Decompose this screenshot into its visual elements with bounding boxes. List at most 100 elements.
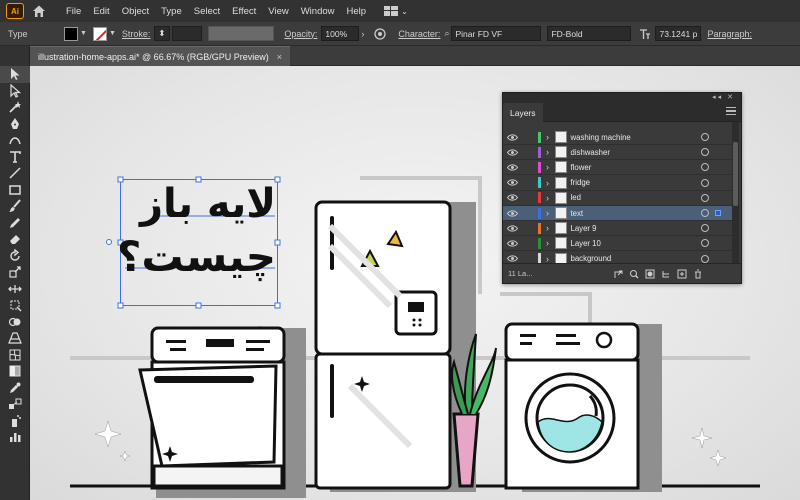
expand-arrow-icon[interactable]: › <box>541 238 555 248</box>
stroke-swatch[interactable] <box>92 26 107 41</box>
layer-name[interactable]: dishwasher <box>571 148 701 157</box>
opacity-input[interactable]: 100% <box>321 26 360 41</box>
layer-row[interactable]: › led <box>503 191 732 206</box>
paintbrush-icon[interactable] <box>0 198 30 215</box>
layer-row[interactable]: › text <box>503 206 732 221</box>
layer-row[interactable]: › Layer 10 <box>503 236 732 252</box>
expand-arrow-icon[interactable]: › <box>541 193 555 203</box>
menu-edit[interactable]: Edit <box>87 6 115 17</box>
width-icon[interactable] <box>0 281 30 298</box>
stroke-label[interactable]: Stroke: <box>122 29 151 39</box>
eyedropper-icon[interactable] <box>0 380 30 397</box>
layer-name[interactable]: text <box>571 209 701 218</box>
target-circle-icon[interactable] <box>700 209 709 217</box>
paragraph-label[interactable]: Paragraph: <box>707 29 752 39</box>
expand-arrow-icon[interactable]: › <box>541 132 555 142</box>
chevron-down-icon[interactable]: ▼ <box>80 30 87 37</box>
fill-swatch[interactable] <box>64 26 78 41</box>
menu-help[interactable]: Help <box>341 6 373 17</box>
free-transform-icon[interactable] <box>0 297 30 314</box>
direct-selection-icon[interactable] <box>0 83 30 100</box>
graph-icon[interactable] <box>0 429 30 446</box>
panel-header[interactable]: ◂◂ ✕ <box>503 93 741 103</box>
scrollbar-thumb[interactable] <box>733 142 738 206</box>
menu-type[interactable]: Type <box>155 6 188 17</box>
export-icon[interactable] <box>612 268 624 279</box>
chevron-down-icon[interactable]: ▼ <box>109 30 116 37</box>
stroke-weight-input[interactable] <box>172 26 203 41</box>
line-icon[interactable] <box>0 165 30 182</box>
visibility-eye-icon[interactable] <box>503 164 521 171</box>
scale-icon[interactable] <box>0 264 30 281</box>
layer-name[interactable]: background <box>571 254 701 263</box>
expand-arrow-icon[interactable]: › <box>541 178 555 188</box>
layer-name[interactable]: led <box>571 193 701 202</box>
layer-row[interactable]: › dishwasher <box>503 145 732 161</box>
layer-name[interactable]: Layer 10 <box>571 239 701 248</box>
target-circle-icon[interactable] <box>700 239 709 248</box>
chevron-right-icon[interactable]: › <box>361 29 364 39</box>
variable-width-profile[interactable] <box>208 26 275 41</box>
mesh-icon[interactable] <box>0 347 30 364</box>
expand-arrow-icon[interactable]: › <box>541 162 555 172</box>
layers-scrollbar[interactable] <box>732 122 739 264</box>
new-layer-icon[interactable] <box>676 268 688 279</box>
opacity-label[interactable]: Opacity: <box>284 29 317 39</box>
layer-row[interactable]: › Layer 9 <box>503 221 732 237</box>
symbol-sprayer-icon[interactable] <box>0 413 30 430</box>
pencil-icon[interactable] <box>0 215 30 232</box>
menu-file[interactable]: File <box>60 6 87 17</box>
new-sublayer-icon[interactable] <box>660 268 672 279</box>
layer-name[interactable]: Layer 9 <box>571 224 701 233</box>
stroke-swatch-control[interactable]: ▼ <box>92 26 116 41</box>
eraser-icon[interactable] <box>0 231 30 248</box>
target-circle-icon[interactable] <box>700 224 709 233</box>
font-size-field[interactable]: 73.1241 p <box>655 26 702 41</box>
close-icon[interactable]: × <box>277 52 282 62</box>
layer-name[interactable]: fridge <box>571 178 701 187</box>
selection-indicator[interactable] <box>714 210 721 216</box>
font-family-field[interactable]: Pinar FD VF <box>451 26 542 41</box>
toolbar-grip[interactable] <box>0 46 29 66</box>
target-circle-icon[interactable] <box>700 178 709 187</box>
visibility-eye-icon[interactable] <box>503 149 521 156</box>
layer-name[interactable]: washing machine <box>571 133 701 142</box>
curvature-icon[interactable] <box>0 132 30 149</box>
menu-object[interactable]: Object <box>116 6 155 17</box>
magic-wand-icon[interactable] <box>0 99 30 116</box>
layer-row[interactable]: › fridge <box>503 176 732 191</box>
rectangle-icon[interactable] <box>0 182 30 199</box>
visibility-eye-icon[interactable] <box>503 209 521 217</box>
headline-line-1[interactable]: لایه باز <box>140 180 276 228</box>
locate-icon[interactable] <box>628 268 640 279</box>
visibility-eye-icon[interactable] <box>503 194 521 201</box>
rotate-icon[interactable] <box>0 248 30 265</box>
expand-arrow-icon[interactable]: › <box>541 208 555 218</box>
expand-arrow-icon[interactable]: › <box>541 147 555 157</box>
target-circle-icon[interactable] <box>700 148 709 157</box>
layer-row[interactable]: › flower <box>503 160 732 176</box>
delete-icon[interactable] <box>692 268 704 279</box>
chevron-down-icon[interactable]: ⌄ <box>401 7 408 16</box>
menu-select[interactable]: Select <box>188 6 226 17</box>
font-style-field[interactable]: FD-Bold <box>547 26 632 41</box>
stroke-stepper[interactable]: ⬍ <box>154 26 171 41</box>
visibility-eye-icon[interactable] <box>503 255 521 262</box>
pen-icon[interactable] <box>0 116 30 133</box>
visibility-eye-icon[interactable] <box>503 179 521 186</box>
recolor-artwork-icon[interactable] <box>374 27 387 40</box>
layer-name[interactable]: flower <box>571 163 701 172</box>
menu-window[interactable]: Window <box>295 6 341 17</box>
clip-mask-icon[interactable] <box>644 268 656 279</box>
document-tab[interactable]: illustration-home-apps.ai* @ 66.67% (RGB… <box>30 46 290 66</box>
headline-line-2[interactable]: چیست؟ <box>117 232 276 282</box>
visibility-eye-icon[interactable] <box>503 240 521 247</box>
expand-arrow-icon[interactable]: › <box>541 223 555 233</box>
home-icon[interactable] <box>32 4 46 18</box>
target-circle-icon[interactable] <box>700 193 709 202</box>
collapse-panel-icon[interactable]: ◂◂ ✕ <box>712 93 735 101</box>
workspace-switcher-icon[interactable] <box>384 6 399 16</box>
visibility-eye-icon[interactable] <box>503 225 521 232</box>
menu-effect[interactable]: Effect <box>226 6 262 17</box>
panel-menu-icon[interactable] <box>726 107 736 116</box>
